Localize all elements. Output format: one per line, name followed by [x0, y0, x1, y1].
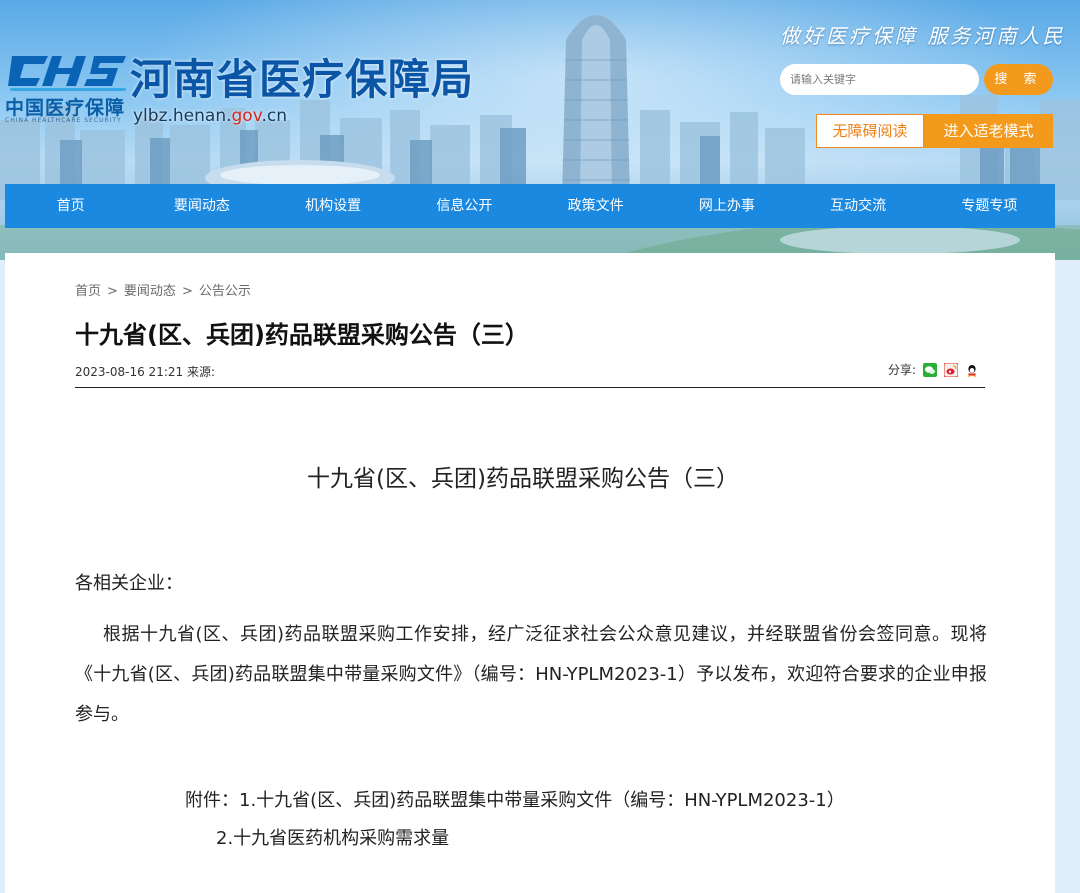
nav-item-policy-docs[interactable]: 政策文件	[530, 184, 661, 228]
accessibility-reading-button[interactable]: 无障碍阅读	[816, 114, 924, 148]
site-slogan: 做好医疗保障 服务河南人民	[780, 24, 1066, 48]
share-label: 分享:	[887, 363, 916, 377]
salutation: 各相关企业：	[75, 573, 183, 594]
main-nav: 首页 要闻动态 机构设置 信息公开 政策文件 网上办事 互动交流 专题专项	[5, 184, 1055, 228]
breadcrumb: 首页 > 要闻动态 > 公告公示	[75, 280, 251, 299]
share-bar: 分享:	[888, 361, 979, 378]
article-source-label: 来源:	[186, 365, 216, 379]
body-paragraph: 根据十九省(区、兵团)药品联盟采购工作安排，经广泛征求社会公众意见建议，并经联盟…	[75, 624, 987, 725]
elder-mode-button[interactable]: 进入适老模式	[924, 114, 1053, 148]
site-domain: ylbz.henan.gov.cn	[133, 106, 287, 126]
nav-item-online-services[interactable]: 网上办事	[661, 184, 792, 228]
weibo-icon[interactable]	[943, 362, 959, 377]
nav-item-organization[interactable]: 机构设置	[268, 184, 399, 228]
breadcrumb-separator: >	[107, 284, 118, 299]
breadcrumb-notices[interactable]: 公告公示	[199, 280, 251, 299]
qq-icon[interactable]	[965, 362, 979, 377]
logo-cn-text: 中国医疗保障	[5, 97, 126, 119]
site-title: 河南省医疗保障局	[130, 55, 475, 104]
logo-en-text: CHINA HEALTHCARE SECURITY	[5, 117, 122, 124]
breadcrumb-home[interactable]: 首页	[75, 280, 101, 299]
article-container: 首页 > 要闻动态 > 公告公示 十九省(区、兵团)药品联盟采购公告（三） 2023-0…	[5, 253, 1055, 893]
attachment-2-link[interactable]: 2.十九省医药机构采购需求量	[216, 824, 449, 850]
attachment-1-link[interactable]: 附件：1.十九省(区、兵团)药品联盟集中带量采购文件（编号：HN-YPLM202…	[185, 786, 845, 812]
article-meta: 2023-08-16 21:21 来源:	[75, 363, 215, 380]
search-input[interactable]	[780, 64, 979, 95]
title-divider	[75, 387, 985, 388]
wechat-icon[interactable]	[923, 362, 937, 377]
search-button[interactable]: 搜 索	[984, 64, 1053, 95]
nav-item-interaction[interactable]: 互动交流	[793, 184, 924, 228]
breadcrumb-news[interactable]: 要闻动态	[124, 280, 176, 299]
nav-item-news[interactable]: 要闻动态	[136, 184, 267, 228]
breadcrumb-separator: >	[181, 284, 193, 299]
article-date: 2023-08-16 21:21	[75, 365, 184, 379]
nav-item-special-topics[interactable]: 专题专项	[924, 184, 1055, 228]
nav-item-home[interactable]: 首页	[5, 184, 136, 228]
chs-logo-icon	[8, 56, 126, 91]
document-title: 十九省(区、兵团)药品联盟采购公告（三）	[307, 466, 739, 492]
article-title: 十九省(区、兵团)药品联盟采购公告（三）	[75, 321, 529, 349]
nav-item-info-disclosure[interactable]: 信息公开	[399, 184, 530, 228]
